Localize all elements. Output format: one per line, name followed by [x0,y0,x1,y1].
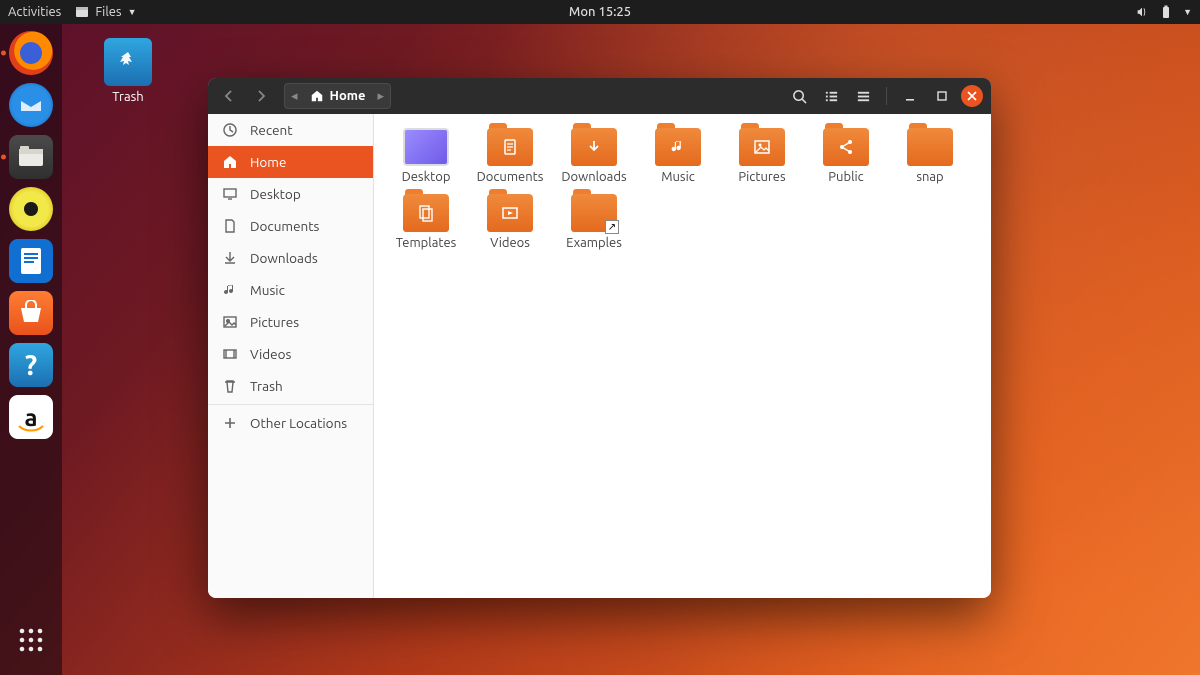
folder-videos[interactable]: Videos [468,194,552,250]
dock-writer[interactable] [8,238,54,284]
top-panel: Activities Files ▼ Mon 15:25 ▼ [0,0,1200,24]
folder-snap[interactable]: snap [888,128,972,184]
search-button[interactable] [786,83,812,109]
back-button[interactable] [216,83,242,109]
home-icon [222,154,238,170]
folder-label: Music [661,170,695,184]
forward-button[interactable] [248,83,274,109]
music-icon [222,282,238,298]
shortcut-badge-icon: ↗ [605,220,619,234]
desktop-trash[interactable]: Trash [92,38,164,104]
folder-examples[interactable]: ↗ Examples [552,194,636,250]
folder-label: Public [828,170,863,184]
view-list-button[interactable] [818,83,844,109]
folder-icon: ↗ [571,194,617,232]
desktop-icon [222,186,238,202]
dock-help[interactable]: ? [8,342,54,388]
sidebar-item-desktop[interactable]: Desktop [208,178,373,210]
sidebar-item-trash[interactable]: Trash [208,370,373,402]
titlebar[interactable]: ◂ Home ▸ [208,78,991,114]
folder-templates[interactable]: Templates [384,194,468,250]
clock[interactable]: Mon 15:25 [569,5,631,19]
path-next-icon[interactable]: ▸ [373,84,388,108]
show-apps-button[interactable] [8,617,54,663]
folder-icon [739,128,785,166]
path-bar[interactable]: ◂ Home ▸ [284,83,391,109]
folder-desktop[interactable]: Desktop [384,128,468,184]
sidebar: Recent Home Desktop Documents Downloads … [208,114,374,598]
trash-icon [222,378,238,394]
path-segment-home[interactable]: Home [302,84,374,108]
home-icon [310,89,324,103]
folder-icon [487,194,533,232]
battery-icon[interactable] [1159,5,1173,19]
clock-icon [222,122,238,138]
app-menu[interactable]: Files ▼ [75,5,136,19]
document-icon [222,218,238,234]
sidebar-item-pictures[interactable]: Pictures [208,306,373,338]
folder-label: Downloads [561,170,626,184]
sidebar-item-downloads[interactable]: Downloads [208,242,373,274]
folder-icon [487,128,533,166]
folder-label: snap [916,170,943,184]
folder-icon [403,194,449,232]
folder-icon [907,128,953,166]
close-button[interactable] [961,85,983,107]
dock-rhythmbox[interactable] [8,186,54,232]
files-window: ◂ Home ▸ Recent Home [208,78,991,598]
folder-label: Documents [477,170,544,184]
folder-label: Examples [566,236,622,250]
folder-icon [823,128,869,166]
system-menu-chevron-icon[interactable]: ▼ [1183,7,1192,17]
folder-downloads[interactable]: Downloads [552,128,636,184]
folder-icon [571,128,617,166]
folder-label: Pictures [738,170,785,184]
dock-thunderbird[interactable] [8,82,54,128]
sidebar-item-documents[interactable]: Documents [208,210,373,242]
chevron-down-icon: ▼ [128,7,137,17]
recycle-icon [104,38,152,86]
path-prev-icon[interactable]: ◂ [287,84,302,108]
activities-button[interactable]: Activities [8,5,61,19]
folder-pictures[interactable]: Pictures [720,128,804,184]
download-icon [222,250,238,266]
sidebar-item-home[interactable]: Home [208,146,373,178]
dock-files[interactable] [8,134,54,180]
folder-icon [655,128,701,166]
folder-label: Videos [490,236,530,250]
volume-icon[interactable] [1135,5,1149,19]
dock-firefox[interactable] [8,30,54,76]
folder-label: Desktop [402,170,451,184]
folder-music[interactable]: Music [636,128,720,184]
dock-software[interactable] [8,290,54,336]
picture-icon [222,314,238,330]
folder-view[interactable]: Desktop Documents Downloads Music Pictures Pu… [374,114,991,598]
desktop-folder-icon [403,128,449,166]
files-app-icon [75,5,89,19]
folder-documents[interactable]: Documents [468,128,552,184]
sidebar-item-music[interactable]: Music [208,274,373,306]
dock-amazon[interactable]: a [8,394,54,440]
folder-label: Templates [396,236,457,250]
sidebar-item-other-locations[interactable]: Other Locations [208,407,373,439]
sidebar-item-videos[interactable]: Videos [208,338,373,370]
desktop-trash-label: Trash [92,90,164,104]
folder-public[interactable]: Public [804,128,888,184]
dock: ? a [0,24,62,675]
minimize-button[interactable] [897,83,923,109]
maximize-button[interactable] [929,83,955,109]
sidebar-item-recent[interactable]: Recent [208,114,373,146]
hamburger-menu-button[interactable] [850,83,876,109]
plus-icon [222,415,238,431]
video-icon [222,346,238,362]
